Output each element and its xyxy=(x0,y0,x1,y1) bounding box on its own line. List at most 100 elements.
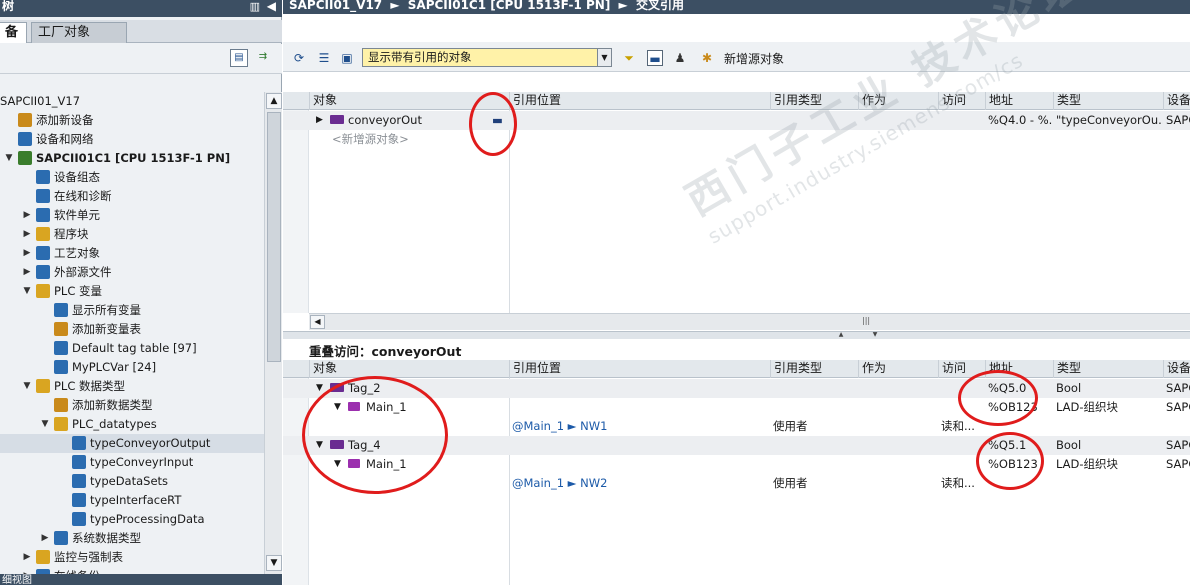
chevron-right-icon[interactable]: ▶ xyxy=(22,206,32,224)
column-header[interactable]: 地址 xyxy=(985,360,1053,378)
pane-splitter[interactable]: ▲ ▼ xyxy=(283,331,1190,339)
export-icon[interactable]: ⇉ xyxy=(254,49,272,67)
tree-item[interactable]: ▶ 工艺对象 xyxy=(0,244,264,263)
chevron-down-icon[interactable]: ▼ xyxy=(4,149,14,167)
tree-item[interactable]: 设备和网络 xyxy=(0,130,264,149)
filter-select[interactable]: 显示带有引用的对象 ▼ xyxy=(362,48,612,67)
tree-item[interactable]: ▶ 软件单元 xyxy=(0,206,264,225)
tree-item[interactable]: typeInterfaceRT xyxy=(0,491,264,510)
breadcrumb-cpu[interactable]: SAPCII01C1 [CPU 1513F-1 PN] xyxy=(408,0,611,12)
table-row[interactable]: ▼ Main_1 %OB123 LAD-组织块 SAPC xyxy=(283,455,1190,474)
column-header[interactable]: 引用类型 xyxy=(770,360,858,378)
chevron-down-icon[interactable]: ▼ xyxy=(22,282,32,300)
scroll-up-icon[interactable]: ▲ xyxy=(266,93,282,109)
column-header[interactable]: 引用类型 xyxy=(770,92,858,110)
chevron-right-icon[interactable]: ▶ xyxy=(22,225,32,243)
user-icon[interactable]: ♟ xyxy=(672,50,688,66)
tree-item[interactable]: MyPLCVar [24] xyxy=(0,358,264,377)
overlap-view-icon[interactable]: ▬ xyxy=(647,50,663,66)
tree-item[interactable]: typeConveyorOutput xyxy=(0,434,264,453)
column-header[interactable]: 对象 xyxy=(309,360,509,378)
new-source-object-button[interactable]: 新增源对象 xyxy=(724,50,784,67)
chevron-down-icon[interactable]: ▼ xyxy=(22,377,32,395)
column-header[interactable]: 作为 xyxy=(858,92,938,110)
column-header[interactable]: 访问 xyxy=(938,360,985,378)
tab-plant-objects[interactable]: 工厂对象 xyxy=(31,22,127,43)
pin-icon[interactable]: ▥ xyxy=(250,0,260,13)
tree-item[interactable]: Default tag table [97] xyxy=(0,339,264,358)
column-header[interactable]: 地址 xyxy=(985,92,1053,110)
splitter-down-icon[interactable]: ▼ xyxy=(865,332,885,338)
column-header[interactable]: 类型 xyxy=(1053,360,1163,378)
column-header[interactable]: 作为 xyxy=(858,360,938,378)
tree-item[interactable]: 设备组态 xyxy=(0,168,264,187)
splitter-up-icon[interactable]: ▲ xyxy=(831,332,851,338)
add-source-row[interactable]: <新增源对象> xyxy=(283,130,1190,149)
tree-item[interactable]: ▶ 外部源文件 xyxy=(0,263,264,282)
tab-devices[interactable]: 备 xyxy=(0,22,27,43)
table-row[interactable]: ▼ Tag_4 %Q5.1 Bool SAPC xyxy=(283,436,1190,455)
column-header[interactable]: 设备 xyxy=(1163,92,1190,110)
chevron-down-icon[interactable]: ▼ xyxy=(313,436,325,455)
chevron-down-icon[interactable]: ▼ xyxy=(331,455,343,474)
tree-item[interactable]: 在线和诊断 xyxy=(0,187,264,206)
table-row[interactable]: ▶ conveyorOut ▬ %Q4.0 - %... "typeConveyorOu… xyxy=(283,111,1190,130)
tree-item[interactable]: ▶ 程序块 xyxy=(0,225,264,244)
refresh-icon[interactable]: ⟳ xyxy=(291,50,307,66)
chevron-right-icon[interactable]: ▶ xyxy=(22,548,32,566)
address-cell: %OB123 xyxy=(988,457,1038,471)
tree-item[interactable]: 添加新变量表 xyxy=(0,320,264,339)
scroll-grip-icon[interactable]: ||| xyxy=(862,316,870,325)
tree-item[interactable]: ▶ 系统数据类型 xyxy=(0,529,264,548)
tree-item[interactable]: 添加新设备 xyxy=(0,111,264,130)
table-row[interactable]: ▼ Main_1 %OB123 LAD-组织块 SAPC xyxy=(283,398,1190,417)
chevron-right-icon[interactable]: ▶ xyxy=(40,529,50,547)
chevron-down-icon[interactable]: ▼ xyxy=(597,49,611,66)
column-header[interactable]: 访问 xyxy=(938,92,985,110)
scroll-thumb[interactable] xyxy=(267,112,281,362)
breadcrumb-cross-ref[interactable]: 交叉引用 xyxy=(636,0,684,12)
tree-item[interactable]: typeConveyrInput xyxy=(0,453,264,472)
overlap-indicator-icon[interactable]: ▬ xyxy=(489,111,505,130)
collapse-left-icon[interactable]: ◀ xyxy=(267,0,276,13)
table-row[interactable]: @Main_1 ► NW1 使用者 读和... xyxy=(283,417,1190,436)
tree-item[interactable]: 显示所有变量 xyxy=(0,301,264,320)
add-source-icon[interactable]: ✱ xyxy=(699,50,715,66)
tree-item[interactable]: typeDataSets xyxy=(0,472,264,491)
breadcrumb-project[interactable]: SAPCII01_V17 xyxy=(289,0,382,12)
horizontal-scrollbar[interactable]: ◀ ||| xyxy=(309,313,1190,330)
tree-item[interactable]: ▼ SAPCII01C1 [CPU 1513F-1 PN] xyxy=(0,149,264,168)
tree-item[interactable]: ▼ PLC 变量 xyxy=(0,282,264,301)
filter-icon[interactable]: ⏷ xyxy=(621,50,637,66)
expand-all-icon[interactable]: ☰ xyxy=(316,50,332,66)
reference-location-link[interactable]: @Main_1 ► NW1 xyxy=(509,417,770,436)
table-row[interactable]: ▼ Tag_2 %Q5.0 Bool SAPC xyxy=(283,379,1190,398)
tree-item[interactable]: SAPCII01_V17 xyxy=(0,92,264,111)
tree-item[interactable]: ▼ PLC 数据类型 xyxy=(0,377,264,396)
chevron-down-icon[interactable]: ▼ xyxy=(313,379,325,398)
tree-item[interactable]: typeProcessingData xyxy=(0,510,264,529)
chevron-right-icon[interactable]: ▶ xyxy=(22,567,32,574)
column-header[interactable]: 引用位置 xyxy=(509,360,770,378)
tree-scrollbar[interactable]: ▲ ▼ xyxy=(264,92,282,574)
reference-location-link[interactable]: @Main_1 ► NW2 xyxy=(509,474,770,493)
column-header[interactable]: 设备 xyxy=(1163,360,1190,378)
tree-item[interactable]: ▶ 监控与强制表 xyxy=(0,548,264,567)
column-header[interactable]: 类型 xyxy=(1053,92,1163,110)
table-row[interactable]: @Main_1 ► NW2 使用者 读和... xyxy=(283,474,1190,493)
reference-type-cell: 使用者 xyxy=(773,476,808,490)
scroll-left-icon[interactable]: ◀ xyxy=(310,315,325,329)
chevron-right-icon[interactable]: ▶ xyxy=(313,111,325,130)
chevron-right-icon[interactable]: ▶ xyxy=(22,263,32,281)
chevron-down-icon[interactable]: ▼ xyxy=(40,415,50,433)
tree-item[interactable]: ▼ PLC_datatypes xyxy=(0,415,264,434)
collapse-all-icon[interactable]: ▣ xyxy=(339,50,355,66)
scroll-down-icon[interactable]: ▼ xyxy=(266,555,282,571)
column-header[interactable]: 对象 xyxy=(309,92,509,110)
tree-item[interactable]: 添加新数据类型 xyxy=(0,396,264,415)
tree-item[interactable]: ▶ 在线备份 xyxy=(0,567,264,574)
column-header[interactable]: 引用位置 xyxy=(509,92,770,110)
chevron-right-icon[interactable]: ▶ xyxy=(22,244,32,262)
chevron-down-icon[interactable]: ▼ xyxy=(331,398,343,417)
detail-view-icon[interactable]: ▤ xyxy=(230,49,248,67)
